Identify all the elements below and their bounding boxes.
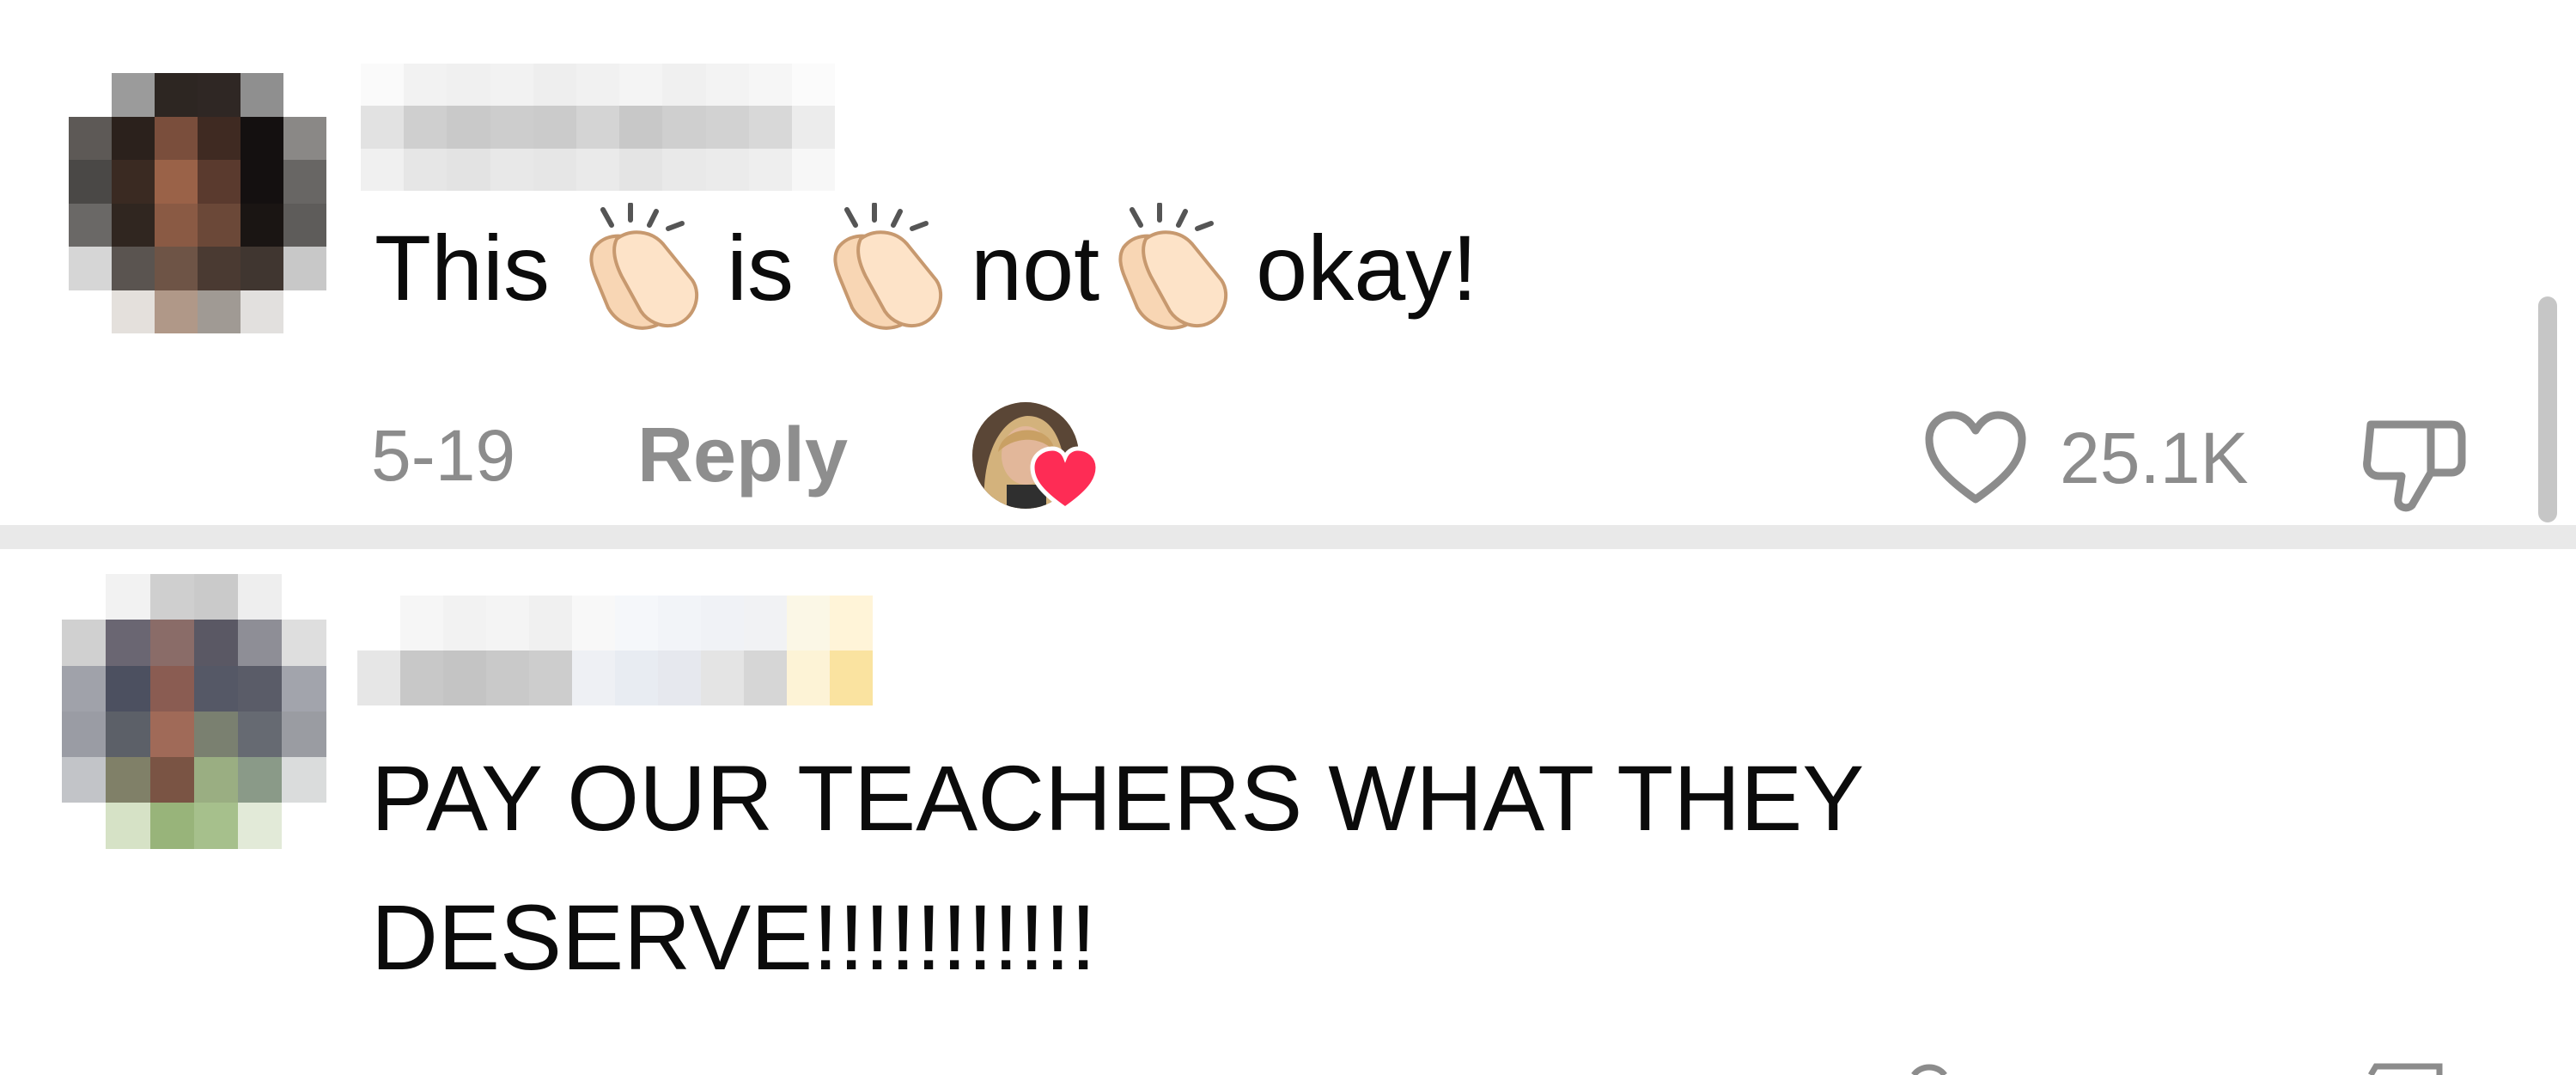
comment-text-2: PAY OUR TEACHERS WHAT THEY DESERVE!!!!!!… <box>371 746 1863 989</box>
like-count: 25.1K <box>2060 417 2249 498</box>
creator-liked-badge <box>972 402 1101 516</box>
comment-word: okay! <box>1256 215 1478 320</box>
next-comment-actions-partial <box>1911 1063 2443 1075</box>
clapping-hands-icon <box>586 203 706 332</box>
comment-text-1: This is not okay! <box>375 203 1477 332</box>
commenter-username-blurred-2[interactable] <box>357 596 959 705</box>
scrollbar[interactable] <box>2538 296 2557 522</box>
comment-word: This <box>375 215 551 320</box>
comment-date: 5-19 <box>371 414 516 496</box>
commenter-username-blurred-1[interactable] <box>361 64 836 191</box>
commenter-avatar-1[interactable] <box>69 73 326 333</box>
heart-icon <box>1030 446 1100 512</box>
thumbs-down-icon[interactable] <box>2359 406 2470 516</box>
comment-word: not <box>971 215 1100 320</box>
commenter-avatar-2[interactable] <box>62 574 326 849</box>
like-control[interactable]: 25.1K <box>1921 402 2249 514</box>
clapping-hands-icon <box>1115 203 1235 332</box>
heart-outline-icon[interactable] <box>1921 406 2031 510</box>
comment-word: is <box>727 215 795 320</box>
divider <box>0 525 2576 549</box>
clapping-hands-icon <box>830 203 950 332</box>
reply-button[interactable]: Reply <box>637 404 848 507</box>
